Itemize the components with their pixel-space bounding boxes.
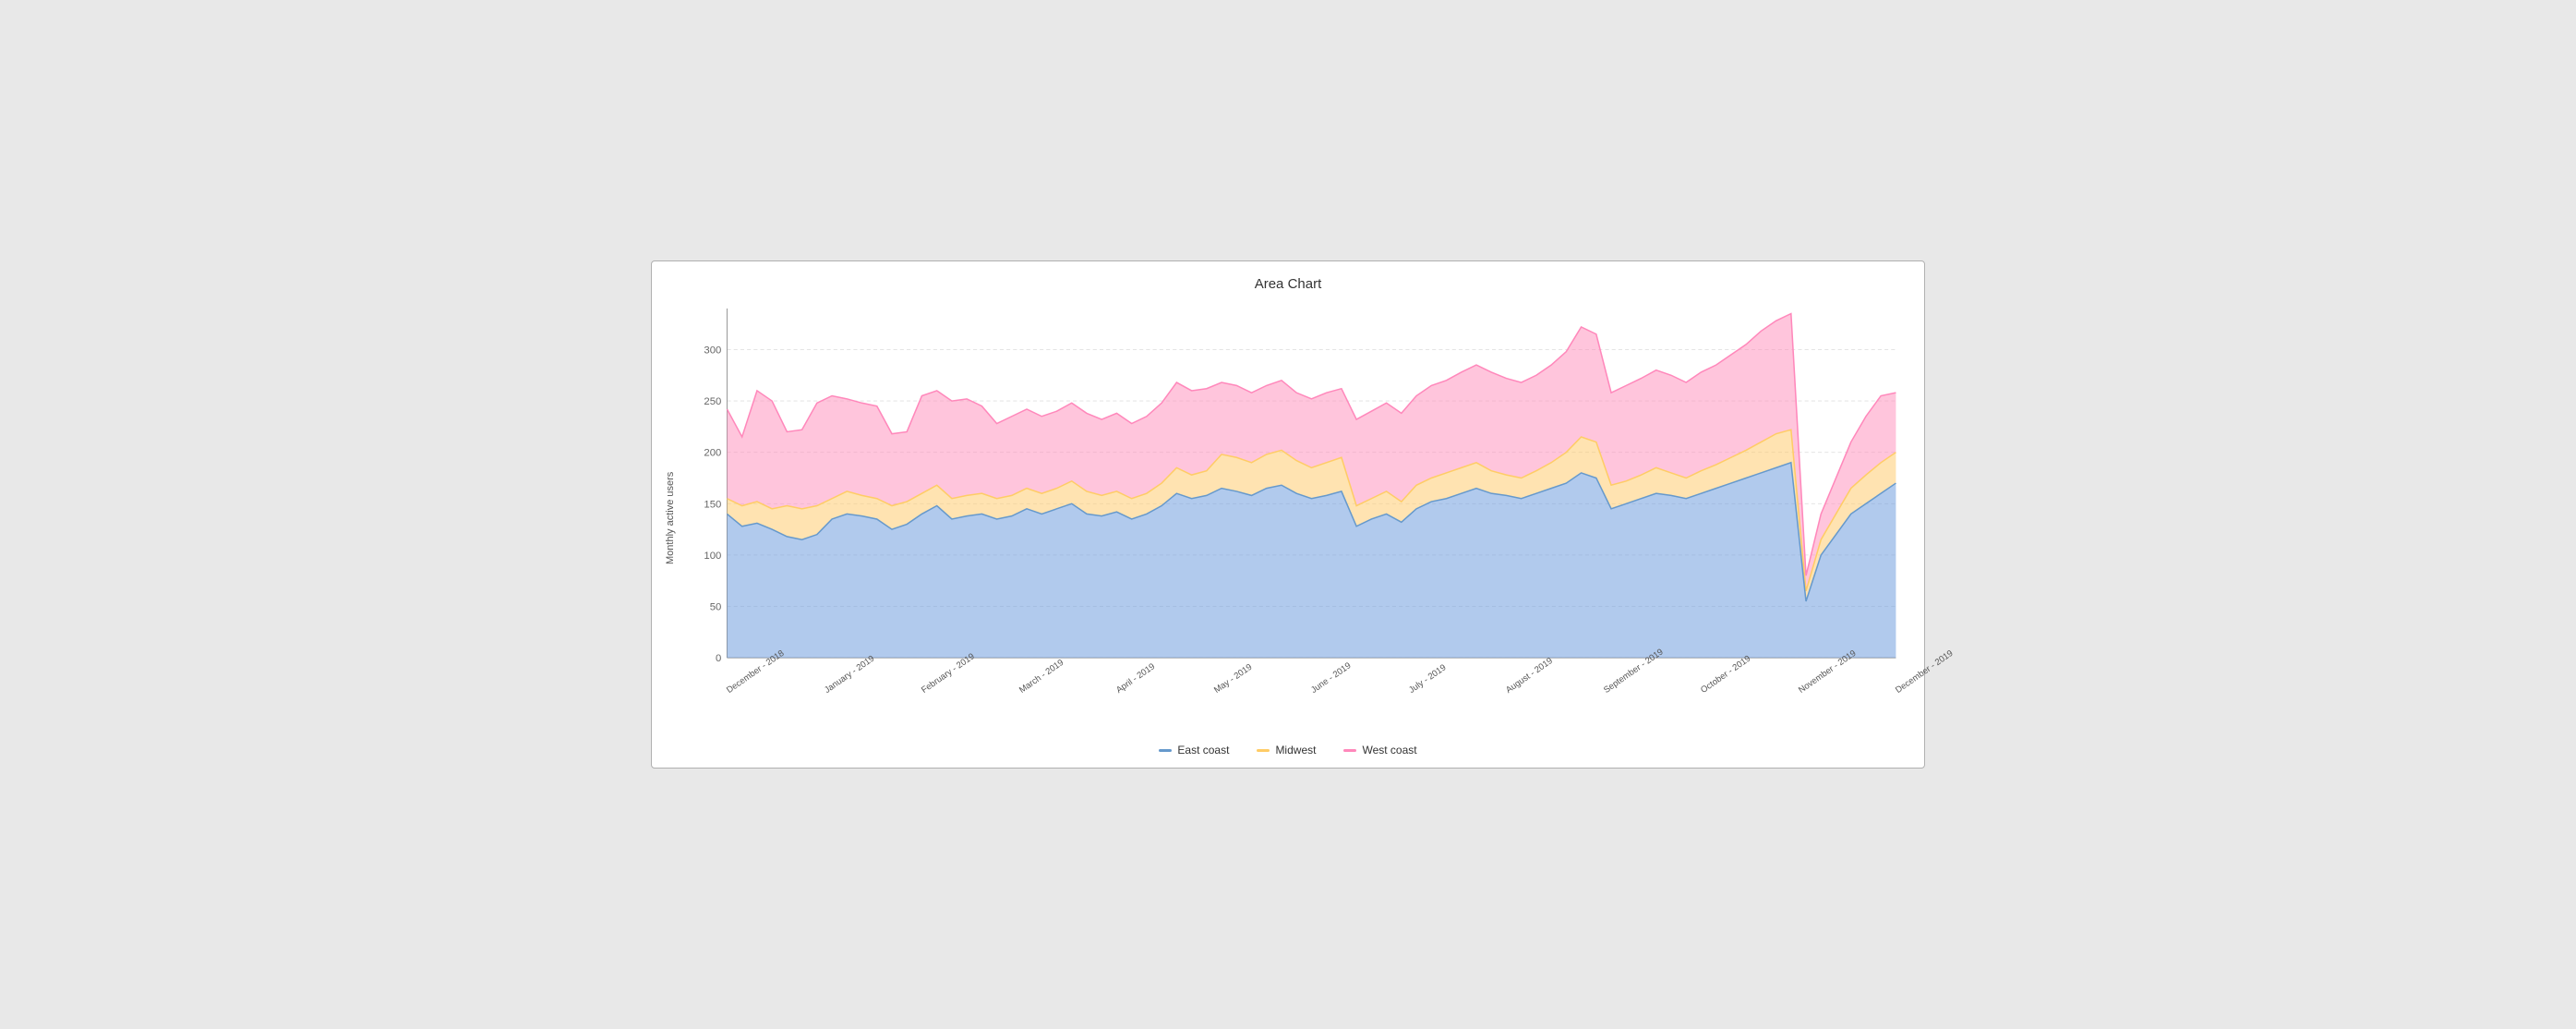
legend-item-east-coast: East coast xyxy=(1159,744,1229,757)
svg-text:200: 200 xyxy=(704,448,721,459)
legend-label-east-coast: East coast xyxy=(1177,744,1229,757)
chart-title: Area Chart xyxy=(661,276,1915,292)
y-axis-label: Monthly active users xyxy=(661,299,680,736)
svg-text:300: 300 xyxy=(704,345,721,357)
legend-item-midwest: Midwest xyxy=(1257,744,1316,757)
svg-text:50: 50 xyxy=(710,602,722,613)
chart-svg: 0 50 100 150 200 250 300 xyxy=(680,299,1915,685)
legend-color-midwest xyxy=(1257,749,1270,752)
svg-text:0: 0 xyxy=(716,653,721,664)
chart-body: Monthly active users 0 50 100 150 200 250 300 … xyxy=(661,299,1915,736)
svg-text:150: 150 xyxy=(704,499,721,510)
chart-inner: 0 50 100 150 200 250 300 December - 2018Januar… xyxy=(680,299,1915,736)
chart-container: Area Chart Monthly active users 0 50 100 15… xyxy=(651,260,1925,769)
legend-label-midwest: Midwest xyxy=(1275,744,1316,757)
svg-text:250: 250 xyxy=(704,396,721,407)
legend-label-west-coast: West coast xyxy=(1362,744,1416,757)
svg-text:100: 100 xyxy=(704,551,721,562)
legend-color-east-coast xyxy=(1159,749,1172,752)
chart-legend: East coast Midwest West coast xyxy=(661,736,1915,758)
legend-item-west-coast: West coast xyxy=(1343,744,1416,757)
x-axis-labels: December - 2018January - 2019February - … xyxy=(680,685,1915,736)
legend-color-west-coast xyxy=(1343,749,1356,752)
